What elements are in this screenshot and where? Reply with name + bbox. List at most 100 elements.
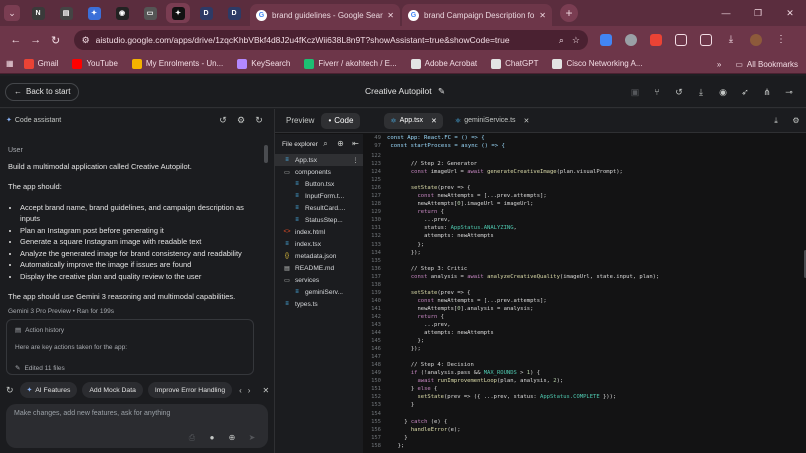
- editor-settings-icon[interactable]: ⚙: [786, 116, 806, 126]
- pinned-tab-d2[interactable]: D: [222, 3, 246, 23]
- file-tree-item[interactable]: ≡ Button.tsx: [275, 178, 363, 190]
- code-editor[interactable]: 49 const App: React.FC = () => {97 const …: [365, 134, 806, 453]
- refresh-icon[interactable]: ↻: [250, 115, 268, 126]
- composer-placeholder[interactable]: Make changes, add new features, ask for …: [14, 410, 260, 417]
- download-icon[interactable]: ⤓: [725, 34, 737, 46]
- back-to-start-button[interactable]: ← Back to start: [5, 82, 80, 101]
- close-window-button[interactable]: ✕: [774, 0, 806, 26]
- download-code-icon[interactable]: ⤓: [766, 116, 786, 126]
- prompt-composer[interactable]: Make changes, add new features, ask for …: [6, 404, 268, 448]
- file-tree-item[interactable]: ≡ StatusStep...: [275, 214, 363, 226]
- branch-icon[interactable]: ⑂: [646, 87, 668, 97]
- tab-search-chevron-icon[interactable]: ⌄: [4, 5, 20, 21]
- api-key-icon[interactable]: ⊸: [778, 87, 800, 98]
- browser-menu-icon[interactable]: ⋮: [775, 34, 787, 46]
- bookmark-item[interactable]: Fiverr / akohtech / E...: [304, 58, 397, 69]
- settings-gear-icon[interactable]: ⚙: [232, 115, 250, 126]
- save-icon[interactable]: ▣: [624, 87, 646, 98]
- maximize-button[interactable]: ❐: [742, 0, 774, 26]
- site-info-icon[interactable]: ⚙: [82, 35, 90, 46]
- extension-icon[interactable]: [600, 34, 612, 46]
- pinned-tab-d1[interactable]: D: [194, 3, 218, 23]
- chat-scrollbar[interactable]: [264, 145, 268, 163]
- bookmark-item[interactable]: KeySearch: [237, 58, 290, 69]
- edit-title-icon[interactable]: ✎: [438, 86, 445, 96]
- file-tree-item[interactable]: ≡ types.ts: [275, 298, 363, 310]
- extension-icon[interactable]: [650, 34, 662, 46]
- pinned-tab-github[interactable]: ◉: [110, 3, 134, 23]
- bookmark-item[interactable]: Cisco Networking A...: [552, 58, 643, 69]
- chip-add-mock-data[interactable]: Add Mock Data: [82, 382, 143, 398]
- chip-ai-features[interactable]: ✦ AI Features: [19, 382, 78, 398]
- search-files-icon[interactable]: ⌕: [318, 139, 333, 149]
- history-icon[interactable]: ↺: [668, 87, 690, 98]
- file-tab-app[interactable]: ⚛ App.tsx ✕: [384, 112, 443, 129]
- pinned-tab-inbox[interactable]: ▤: [54, 3, 78, 23]
- file-tree-item[interactable]: ≡ index.tsx: [275, 238, 363, 250]
- file-tree-item[interactable]: ≡ App.tsx ⋮: [275, 154, 363, 166]
- file-tree-item[interactable]: ▭ services: [275, 274, 363, 286]
- close-tab-icon[interactable]: ✕: [524, 117, 530, 125]
- file-tab-gemini-service[interactable]: ⚛ geminiService.ts ✕: [449, 113, 536, 129]
- bookmark-item[interactable]: ChatGPT: [491, 58, 538, 69]
- url-text[interactable]: aistudio.google.com/apps/drive/1zqcKhbVB…: [96, 35, 551, 45]
- file-tree-item[interactable]: ≡ ResultCard....: [275, 202, 363, 214]
- profile-avatar[interactable]: [750, 34, 762, 46]
- apps-grid-icon[interactable]: ▦: [6, 59, 14, 68]
- chip-improve-error-handling[interactable]: Improve Error Handling: [147, 382, 233, 398]
- add-file-icon[interactable]: ⊕: [333, 139, 348, 149]
- more-bookmarks-icon[interactable]: »: [717, 60, 721, 69]
- bookmark-item[interactable]: Adobe Acrobat: [410, 58, 477, 69]
- minimize-button[interactable]: —: [710, 0, 742, 26]
- action-history-card[interactable]: ▤ Action history Here are key actions tak…: [6, 319, 254, 375]
- close-tab-icon[interactable]: ✕: [539, 11, 546, 20]
- sidepanel-icon[interactable]: [700, 34, 712, 46]
- close-tab-icon[interactable]: ✕: [431, 117, 437, 125]
- file-tree-item[interactable]: ≡ InputForm.t...: [275, 190, 363, 202]
- close-tab-icon[interactable]: ✕: [387, 11, 394, 20]
- tab-code[interactable]: • Code: [321, 112, 361, 129]
- chips-prev-icon[interactable]: ‹: [239, 386, 242, 395]
- bookmark-item[interactable]: My Enrolments - Un...: [131, 58, 223, 69]
- browser-tab[interactable]: Gbrand guidelines - Google Sear ✕: [250, 4, 400, 26]
- reload-icon[interactable]: ↻: [46, 34, 66, 47]
- code-lines[interactable]: 122 123 // Step 2: Generator 124 const ima…: [365, 152, 806, 450]
- collapse-icon[interactable]: ⇤: [348, 139, 363, 149]
- github-icon[interactable]: ◉: [712, 87, 734, 98]
- share-icon[interactable]: ⋔: [756, 87, 778, 98]
- deploy-rocket-icon[interactable]: ➶: [734, 87, 756, 98]
- pinned-tab-window[interactable]: ▭: [138, 3, 162, 23]
- url-field[interactable]: ⚙ aistudio.google.com/apps/drive/1zqcKhb…: [73, 30, 588, 50]
- search-icon[interactable]: ⌕: [559, 35, 564, 46]
- file-tree-item[interactable]: ▭ components: [275, 166, 363, 178]
- download-app-icon[interactable]: ⤓: [690, 87, 712, 98]
- attach-icon[interactable]: ⎙: [182, 433, 202, 443]
- send-icon[interactable]: ➤: [242, 433, 262, 443]
- new-tab-button[interactable]: +: [560, 4, 578, 22]
- mic-icon[interactable]: ●: [202, 433, 222, 443]
- tab-preview[interactable]: Preview: [279, 116, 321, 125]
- browser-tab[interactable]: Gbrand Campaign Description fo ✕: [402, 4, 552, 26]
- pinned-tab-app[interactable]: ✦: [166, 3, 190, 23]
- pinned-tab-n[interactable]: N: [26, 3, 50, 23]
- file-tree-item[interactable]: ≡ geminiServ...: [275, 286, 363, 298]
- extensions-puzzle-icon[interactable]: [675, 34, 687, 46]
- bookmark-item[interactable]: YouTube: [72, 58, 118, 69]
- suggestion-refresh-icon[interactable]: ↻: [6, 385, 14, 396]
- add-icon[interactable]: ⊕: [222, 433, 242, 443]
- history-icon[interactable]: ↺: [214, 115, 232, 126]
- forward-nav-icon[interactable]: →: [26, 34, 46, 46]
- extension-icon[interactable]: [625, 34, 637, 46]
- chips-next-icon[interactable]: ›: [248, 386, 251, 395]
- all-bookmarks-button[interactable]: » ▭ All Bookmarks: [717, 54, 798, 74]
- file-tree-item[interactable]: ▤ README.md: [275, 262, 363, 274]
- line-number: 127: [371, 193, 381, 200]
- bookmark-item[interactable]: Gmail: [23, 58, 58, 69]
- close-chips-icon[interactable]: ✕: [262, 386, 269, 395]
- file-tree-item[interactable]: <> index.html: [275, 226, 363, 238]
- file-tree-item[interactable]: {} metadata.json: [275, 250, 363, 262]
- back-nav-icon[interactable]: ←: [6, 34, 26, 46]
- bookmark-star-icon[interactable]: ☆: [572, 35, 580, 46]
- file-options-icon[interactable]: ⋮: [352, 156, 359, 164]
- pinned-tab-gemini[interactable]: ✦: [82, 3, 106, 23]
